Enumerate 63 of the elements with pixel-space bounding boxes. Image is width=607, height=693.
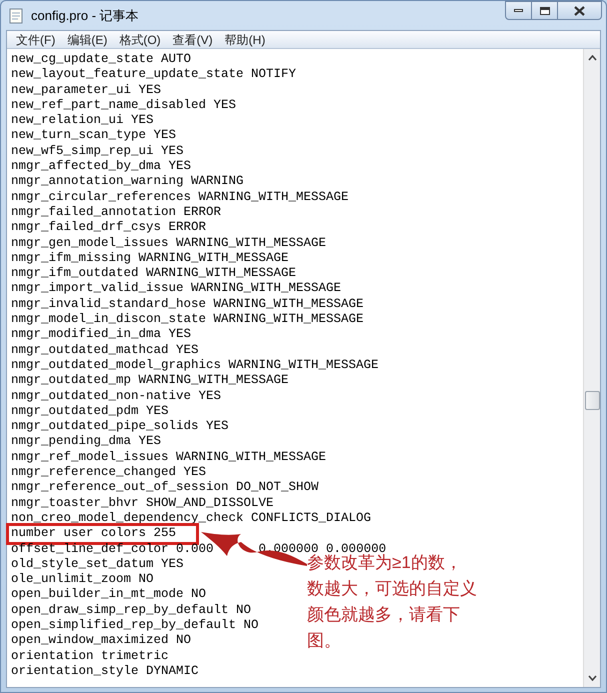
config-line: ole_unlimit_zoom NO (11, 572, 154, 588)
config-line: old_style_set_datum YES (11, 556, 184, 572)
config-line: nmgr_failed_drf_csys ERROR (11, 220, 206, 236)
maximize-icon (540, 6, 550, 14)
minimize-button[interactable] (505, 1, 532, 20)
config-line: nmgr_gen_model_issues WARNING_WITH_MESSAGE (11, 236, 326, 251)
config-line: nmgr_outdated_model_graphics WARNING_WITH_MESSAGE (11, 358, 379, 374)
config-line: nmgr_outdated_pipe_solids YES (11, 419, 229, 434)
maximize-button[interactable] (532, 1, 558, 20)
config-line: 0.000000 0.000000 (258, 542, 386, 556)
config-line: new_parameter_ui YES (11, 82, 162, 98)
scrollbar[interactable] (583, 49, 600, 687)
close-button[interactable] (558, 1, 602, 20)
config-line: nmgr_outdated_mp WARNING_WITH_MESSAGE (11, 373, 289, 389)
config-line: nmgr_ref_model_issues WARNING_WITH_MESSAGE (11, 450, 326, 466)
config-line: new_relation_ui YES (11, 113, 154, 128)
config-line: number user colors 255 (9, 526, 196, 542)
config-line: open_builder_in_mt_mode NO (11, 587, 206, 603)
config-line: new_turn_scan_type YES (11, 128, 176, 144)
menu-item[interactable]: 编辑(E) (62, 30, 112, 48)
annotation-text: 数越大，可选的自定义 (307, 578, 477, 600)
config-line: nmgr_model_in_discon_state WARNING_WITH_MESSAGE (11, 312, 364, 328)
scroll-up-icon[interactable] (588, 55, 596, 61)
config-line: nmgr_modified_in_dma YES (11, 327, 192, 343)
config-line: nmgr_outdated_non-native YES (11, 388, 222, 404)
menu-item[interactable]: 文件(F) (11, 30, 60, 48)
notepad-icon (9, 8, 23, 24)
annotation-text: 参数改革为≥1的数， (307, 552, 463, 574)
config-line: nmgr_pending_dma YES (11, 434, 162, 450)
config-line: nmgr_outdated_mathcad YES (11, 342, 199, 358)
config-line: non_creo_model_dependency_check CONFLICTS_DIALOG (11, 510, 372, 526)
config-line: nmgr_toaster_bhvr SHOW_AND_DISSOLVE (11, 496, 274, 511)
menu-item[interactable]: 格式(O) (114, 30, 166, 48)
close-icon (574, 6, 585, 16)
config-line: offset_line_def_color 0.000 (11, 542, 214, 557)
config-line: nmgr_failed_annotation ERROR (11, 204, 222, 220)
scroll-thumb[interactable] (584, 391, 600, 410)
config-line: nmgr_affected_by_dma YES (11, 159, 192, 174)
config-line: new_layout_feature_update_state NOTIFY (11, 67, 296, 83)
config-line: nmgr_reference_out_of_session DO_NOT_SHOW (11, 480, 319, 496)
config-line: open_draw_simp_rep_by_default NO (11, 602, 252, 618)
config-line: new_wf5_simp_rep_ui YES (11, 144, 184, 160)
config-line: new_cg_update_state AUTO (11, 52, 192, 68)
menu-item[interactable]: 帮助(H) (220, 30, 270, 48)
config-line: orientation trimetric (11, 648, 169, 664)
annotation-text: 颜色就越多，请看下 (307, 604, 461, 626)
annotation-text: 图。 (307, 630, 342, 652)
config-line: nmgr_outdated_pdm YES (11, 404, 169, 420)
menu-item[interactable]: 查看(V) (168, 30, 218, 48)
config-line: nmgr_reference_changed YES (11, 465, 206, 480)
config-line: nmgr_annotation_warning WARNING (11, 174, 244, 190)
config-line: nmgr_ifm_outdated WARNING_WITH_MESSAGE (11, 266, 296, 282)
config-line: new_ref_part_name_disabled YES (11, 98, 236, 114)
window-title: config.pro - 记事本 (31, 6, 139, 25)
config-line: open_window_maximized NO (11, 633, 192, 649)
config-line: nmgr_circular_references WARNING_WITH_MESSAGE (11, 190, 349, 205)
config-line: orientation_style DYNAMIC (11, 664, 199, 680)
config-line: nmgr_invalid_standard_hose WARNING_WITH_MESSAGE (11, 296, 364, 312)
minimize-icon (514, 9, 523, 12)
scroll-down-icon[interactable] (588, 675, 596, 681)
config-line: open_simplified_rep_by_default NO (11, 618, 259, 634)
config-line: nmgr_import_valid_issue WARNING_WITH_MESSAGE (11, 281, 342, 297)
config-line: nmgr_ifm_missing WARNING_WITH_MESSAGE (11, 250, 289, 266)
